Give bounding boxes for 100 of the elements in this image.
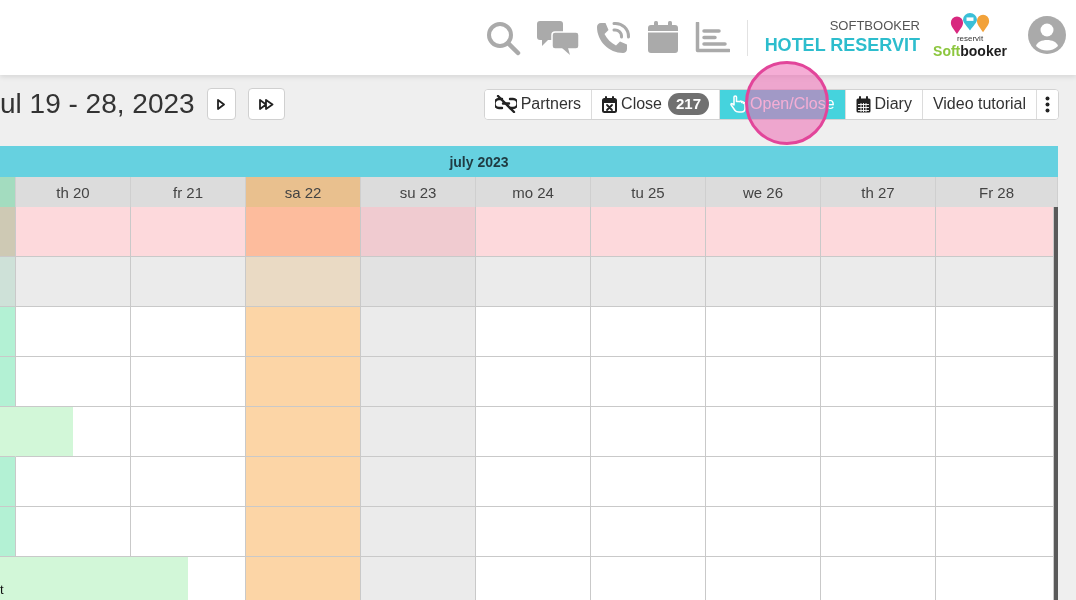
next-button[interactable] [206,88,236,120]
calendar-cell[interactable] [0,257,16,307]
kebab-icon [1045,95,1050,113]
calendar-cell[interactable] [706,407,821,457]
calendar-cell[interactable] [936,307,1054,357]
calendar-cell[interactable] [131,507,246,557]
unlink-icon [494,95,517,113]
calendar-cell[interactable] [131,407,246,457]
hotel-name: HOTEL RESERVIT [764,33,920,56]
calendar-cell[interactable] [361,457,476,507]
calendar-cell[interactable] [936,557,1054,600]
calendar-cell[interactable] [246,357,361,407]
calendar-cell[interactable] [0,457,16,507]
calendar-cell[interactable] [821,207,936,257]
calendar-cell[interactable] [0,357,16,407]
calendar-cell[interactable] [361,257,476,307]
calendar-cell[interactable] [0,507,16,557]
calendar-cell[interactable] [591,407,706,457]
booking-cell[interactable] [131,557,246,600]
calendar-cell[interactable] [936,407,1054,457]
calendar-cell[interactable] [16,307,131,357]
calendar-cell[interactable] [476,457,591,507]
chat-icon[interactable] [536,20,579,55]
calendar-cell[interactable] [591,357,706,407]
booking-cell[interactable] [16,407,131,457]
calendar-cell[interactable] [706,357,821,407]
calendar-cell[interactable] [591,307,706,357]
calendar-cell[interactable] [476,307,591,357]
search-icon[interactable] [484,19,521,56]
calendar-cell[interactable] [591,457,706,507]
calendar-cell[interactable] [936,457,1054,507]
calendar-cell[interactable] [246,557,361,600]
calendar-cell[interactable] [821,307,936,357]
calendar-cell[interactable] [476,357,591,407]
calendar-cell[interactable] [476,507,591,557]
calendar-cell[interactable] [246,257,361,307]
booking-cell[interactable]: t [0,557,16,600]
calendar-cell[interactable] [706,457,821,507]
calendar-cell[interactable] [246,457,361,507]
calendar-cell[interactable] [821,507,936,557]
calendar-cell[interactable] [821,457,936,507]
calendar-cell[interactable] [591,257,706,307]
calendar-cell[interactable] [131,257,246,307]
calendar-cell[interactable] [131,307,246,357]
calendar-cell[interactable] [246,207,361,257]
calendar-cell[interactable] [246,507,361,557]
day-header: mo 24 [476,177,591,207]
day-header: su 23 [361,177,476,207]
calendar-cell[interactable] [706,507,821,557]
calendar-cell[interactable] [706,557,821,600]
calendar-icon[interactable] [646,21,679,54]
brand-kicker: SOFTBOOKER [829,17,920,34]
calendar-cell[interactable] [591,507,706,557]
calendar-cell[interactable] [821,257,936,307]
phone-icon[interactable] [594,20,631,55]
calendar-cell[interactable] [131,207,246,257]
calendar-cell[interactable] [16,207,131,257]
calendar-cell[interactable] [361,307,476,357]
calendar-cell[interactable] [476,557,591,600]
calendar-cell[interactable] [0,307,16,357]
calendar-cell[interactable] [706,257,821,307]
scrollbar[interactable] [1054,207,1058,600]
calendar-cell[interactable] [361,407,476,457]
calendar-cell[interactable] [16,507,131,557]
calendar-cell[interactable] [936,207,1054,257]
calendar-cell[interactable] [706,307,821,357]
fast-forward-icon [258,98,274,110]
avatar-icon[interactable] [1028,15,1066,54]
day-header: Fr 28 [936,177,1058,207]
calendar-cell[interactable] [476,207,591,257]
calendar-cell[interactable] [131,457,246,507]
calendar-cell[interactable] [131,357,246,407]
calendar-cell[interactable] [16,257,131,307]
calendar-cell[interactable] [591,557,706,600]
calendar-cell[interactable] [16,457,131,507]
calendar-cell[interactable] [821,407,936,457]
calendar-cell[interactable] [16,357,131,407]
calendar-cell[interactable] [361,507,476,557]
calendar-cell[interactable] [936,507,1054,557]
calendar-icon [855,95,871,113]
calendar-cell[interactable] [476,257,591,307]
toolbar-button[interactable]: Partners [484,89,593,119]
calendar-cell[interactable] [361,207,476,257]
calendar-cell[interactable] [361,357,476,407]
calendar-cell[interactable] [361,557,476,600]
calendar-cell[interactable] [936,357,1054,407]
calendar-cell[interactable] [821,557,936,600]
calendar-cell[interactable] [821,357,936,407]
calendar-cell[interactable] [936,257,1054,307]
calendar-cell[interactable] [706,207,821,257]
calendar-cell[interactable] [0,207,16,257]
calendar-cell[interactable] [476,407,591,457]
calendar-cell[interactable] [246,407,361,457]
day-header: th 20 [16,177,131,207]
chart-icon[interactable] [694,22,730,53]
day-header: th 27 [821,177,936,207]
calendar-cell[interactable] [246,307,361,357]
calendar-cell[interactable] [591,207,706,257]
fast-forward-button[interactable] [247,88,285,120]
logo-tagline: reservit [956,33,984,43]
